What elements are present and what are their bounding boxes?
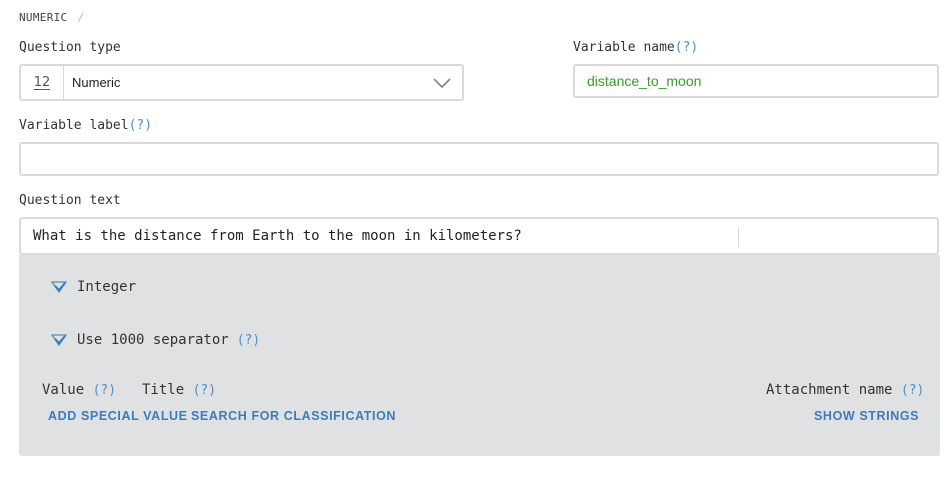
checkbox-checked-icon [51,333,67,347]
variable-label-label: Variable label(?) [19,118,152,133]
variable-label-help-icon[interactable]: (?) [129,118,152,133]
question-type-select[interactable]: 12 Numeric [19,64,464,101]
question-type-label: Question type [19,40,121,55]
breadcrumb: NUMERIC / [19,11,84,24]
question-type-value: Numeric [72,75,121,90]
variable-name-help-icon[interactable]: (?) [675,40,698,55]
search-classification-button[interactable]: SEARCH FOR CLASSIFICATION [191,409,396,423]
breadcrumb-item[interactable]: NUMERIC [19,11,67,24]
integer-label: Integer [77,279,137,295]
value-header-text: Value [42,382,85,398]
thousand-separator-checkbox[interactable]: Use 1000 separator (?) [51,332,260,348]
chevron-down-icon[interactable] [422,77,462,89]
numeric-options-panel: Integer Use 1000 separator (?) Value (?)… [19,255,940,456]
variable-label-input[interactable] [19,142,939,176]
integer-checkbox[interactable]: Integer [51,279,136,295]
title-column-header: Title (?) [142,382,216,398]
checkbox-checked-icon [51,280,67,294]
variable-name-label-text: Variable name [573,40,675,55]
add-special-value-button[interactable]: ADD SPECIAL VALUE [48,409,188,423]
question-text-label: Question text [19,193,121,208]
variable-label-label-text: Variable label [19,118,129,133]
attachment-help-icon[interactable]: (?) [901,383,924,398]
attachment-column-header: Attachment name (?) [766,382,924,398]
thousand-separator-label: Use 1000 separator [77,332,229,348]
breadcrumb-separator: / [77,11,85,24]
numeric-type-icon: 12 [21,66,64,99]
value-column-header: Value (?) [42,382,116,398]
question-text-value: What is the distance from Earth to the m… [33,228,522,244]
value-help-icon[interactable]: (?) [93,383,116,398]
thousand-separator-help-icon[interactable]: (?) [237,333,260,348]
show-strings-button[interactable]: SHOW STRINGS [814,409,919,423]
title-header-text: Title [142,382,185,398]
variable-name-label: Variable name(?) [573,40,698,55]
title-help-icon[interactable]: (?) [193,383,216,398]
variable-name-input[interactable]: distance_to_moon [573,64,939,98]
text-cursor [738,227,739,247]
attachment-header-text: Attachment name [766,382,893,398]
question-text-input[interactable]: What is the distance from Earth to the m… [19,217,939,255]
